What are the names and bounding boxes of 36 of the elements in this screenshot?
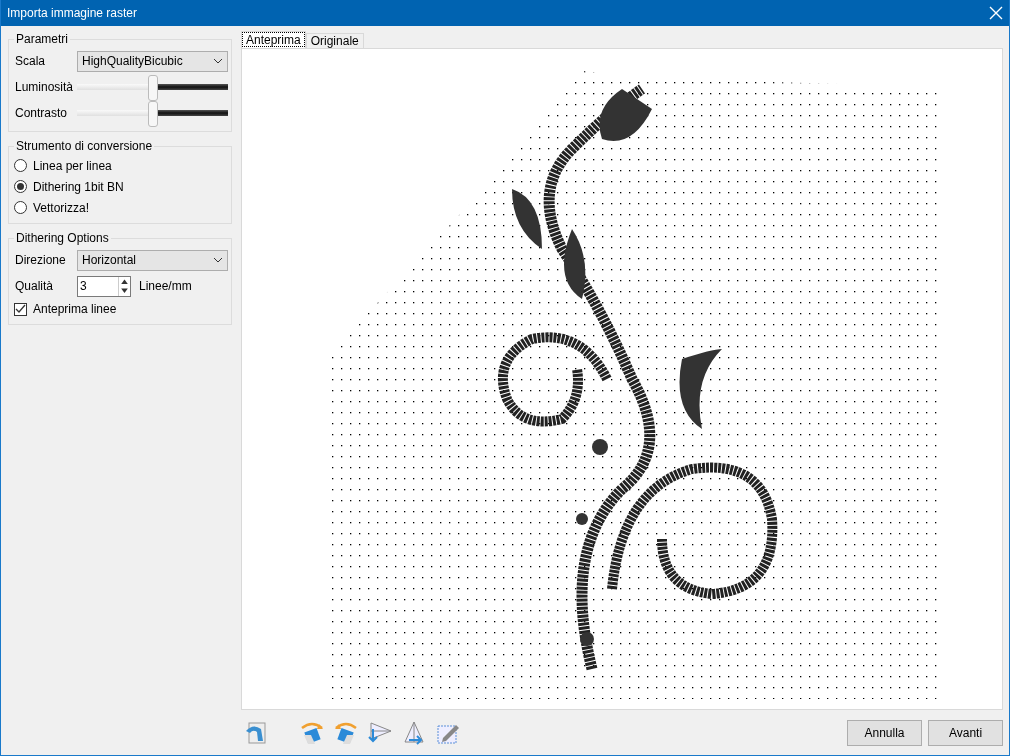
group-title: Strumento di conversione	[15, 139, 154, 153]
dialog-button[interactable]: Avanti	[928, 719, 1003, 746]
slider-track[interactable]	[77, 99, 228, 127]
slider-label: Contrasto	[14, 106, 69, 120]
slider-thumb[interactable]	[147, 101, 158, 127]
radio-option[interactable]: Linea per linea	[12, 155, 228, 176]
radio-button[interactable]	[14, 159, 27, 172]
tab[interactable]: Anteprima	[241, 31, 306, 48]
window-title: Importa immagine raster	[7, 6, 139, 20]
slider-label: Luminosità	[14, 80, 75, 94]
quality-spinbox[interactable]: 3	[77, 275, 131, 297]
field-label: Qualità	[14, 279, 55, 293]
radio-option[interactable]: Vettorizza!	[12, 197, 228, 218]
group-title: Dithering Options	[15, 231, 110, 245]
flip-horizontal-icon	[367, 720, 393, 745]
checkbox-option[interactable]: Anteprima linee	[12, 299, 228, 319]
radio-option[interactable]: Dithering 1bit BN	[12, 176, 228, 197]
chevron-down-icon	[213, 58, 223, 64]
slider-thumb[interactable]	[147, 75, 158, 101]
field-label: Direzione	[14, 253, 67, 267]
scale-dropdown[interactable]: HighQualityBicubic	[77, 50, 228, 72]
radio-button[interactable]	[14, 201, 27, 214]
close-icon[interactable]	[989, 6, 1003, 20]
radio-button[interactable]	[14, 180, 27, 193]
field-label: Scala	[14, 54, 47, 68]
slider-track[interactable]	[77, 73, 228, 101]
flip-vertical-icon	[401, 720, 427, 745]
spin-down-icon	[119, 286, 130, 296]
group-title: Parametri	[15, 32, 69, 46]
unit-label: Linee/mm	[139, 279, 192, 293]
chevron-down-icon	[213, 257, 223, 263]
dialog-button[interactable]: Annulla	[847, 719, 922, 746]
direction-dropdown[interactable]: Horizontal	[77, 249, 228, 271]
checkbox[interactable]	[14, 302, 27, 316]
tab[interactable]: Originale	[305, 33, 364, 48]
quality-field[interactable]: 3	[78, 276, 118, 296]
